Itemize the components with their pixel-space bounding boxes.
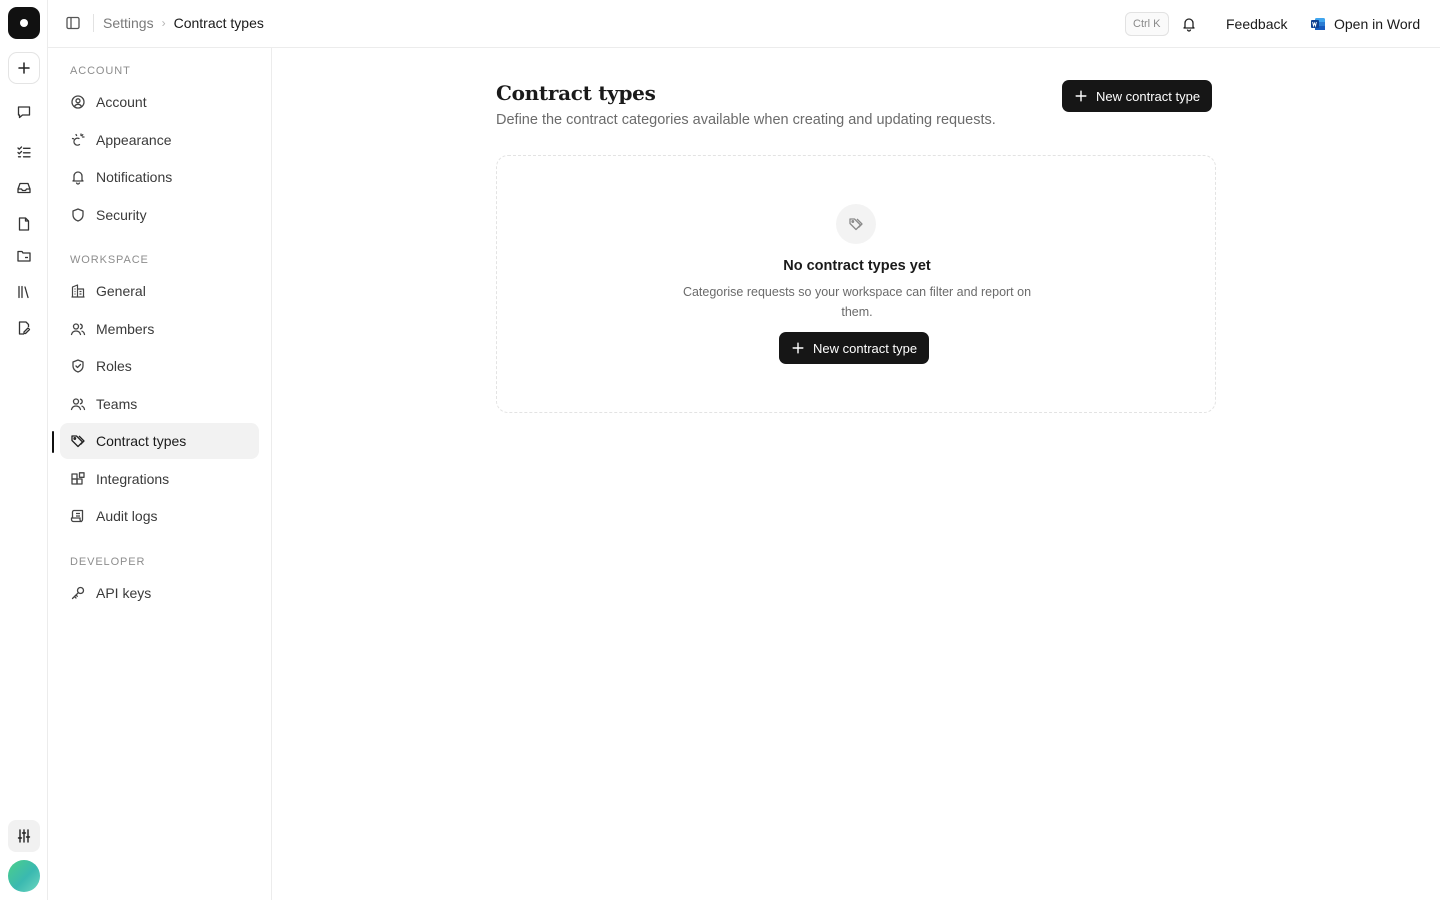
plus-icon (18, 62, 30, 74)
library-icon (18, 285, 29, 299)
section-label-developer: DEVELOPER (70, 556, 146, 568)
sidebar-item-label: API keys (96, 585, 152, 601)
empty-state-card: No contract types yet Categorise request… (496, 155, 1216, 413)
shield-icon (72, 208, 84, 222)
sidebar-toggle-icon (66, 16, 80, 30)
sliders-icon (17, 829, 31, 843)
sidebar-item-label: Security (96, 207, 147, 223)
notifications-button[interactable] (1178, 13, 1200, 35)
sidebar-item-contract-types[interactable]: Contract types (60, 423, 259, 459)
sidebar-item-general[interactable]: General (60, 273, 259, 309)
sidebar-item-security[interactable]: Security (60, 197, 259, 233)
sidebar-item-account[interactable]: Account (60, 84, 259, 120)
new-contract-type-button[interactable]: New contract type (1062, 80, 1213, 112)
sidebar-item-api-keys[interactable]: API keys (60, 575, 259, 611)
chat-button[interactable] (12, 100, 36, 124)
bell-icon (72, 171, 84, 185)
plus-icon (1075, 90, 1087, 102)
sidebar-item-audit-logs[interactable]: Audit logs (60, 498, 259, 534)
sidebar-item-label: Integrations (96, 471, 170, 487)
user-circle-icon (71, 95, 85, 109)
avatar[interactable] (8, 860, 40, 892)
team-icon (70, 398, 86, 411)
empty-state-button-label: New contract type (813, 340, 918, 356)
checklist-icon (17, 146, 31, 158)
empty-state-new-contract-type-button[interactable]: New contract type (779, 332, 930, 364)
sidebar-item-appearance[interactable]: Appearance (60, 122, 259, 158)
file-icon (18, 217, 30, 231)
tags-icon (71, 435, 85, 448)
folders-button[interactable] (12, 244, 36, 268)
settings-sidebar: ACCOUNT Account Appearance Notifications… (48, 48, 272, 900)
bell-icon (1183, 18, 1195, 32)
word-icon (1311, 18, 1325, 30)
sidebar-item-label: Roles (96, 358, 132, 374)
drafts-button[interactable] (12, 316, 36, 340)
file-edit-icon (18, 321, 31, 335)
sidebar-item-label: Audit logs (96, 508, 158, 524)
settings-button[interactable] (8, 820, 40, 852)
empty-state-icon-badge (836, 204, 876, 244)
building-icon (71, 284, 85, 298)
section-label-account: ACCOUNT (70, 65, 131, 77)
inbox-button[interactable] (12, 176, 36, 200)
active-indicator (52, 431, 54, 453)
sidebar-item-label: Teams (96, 396, 138, 412)
key-icon (71, 586, 85, 600)
sidebar-toggle-button[interactable] (62, 12, 84, 34)
feedback-button[interactable]: Feedback (1216, 10, 1297, 38)
page-title: Contract types (496, 81, 656, 105)
open-in-word-label: Open in Word (1334, 16, 1421, 32)
tags-icon (849, 218, 863, 231)
command-shortcut-hint[interactable]: Ctrl K (1125, 12, 1169, 36)
sidebar-item-integrations[interactable]: Integrations (60, 461, 259, 497)
sidebar-item-label: Appearance (96, 132, 172, 148)
main-content: Contract types Define the contract categ… (272, 48, 1440, 900)
chat-icon (17, 106, 31, 119)
page-description: Define the contract categories available… (496, 112, 996, 128)
sidebar-item-members[interactable]: Members (60, 311, 259, 347)
breadcrumb-current: Contract types (173, 15, 264, 31)
plus-icon (792, 342, 804, 354)
sidebar-item-label: Notifications (96, 169, 173, 185)
sidebar-item-notifications[interactable]: Notifications (60, 159, 259, 195)
tasks-button[interactable] (12, 140, 36, 164)
empty-state-title: No contract types yet (783, 258, 931, 274)
topbar-divider (93, 14, 94, 32)
chevron-right-icon: › (161, 16, 166, 30)
documents-button[interactable] (12, 212, 36, 236)
breadcrumb: Settings › Contract types (103, 15, 264, 31)
topbar: Settings › Contract types Ctrl K Feedbac… (48, 0, 1440, 48)
blocks-icon (71, 472, 85, 485)
sidebar-item-label: Members (96, 321, 155, 337)
sidebar-item-label: General (96, 283, 146, 299)
inbox-icon (17, 182, 31, 194)
app-rail (0, 0, 48, 900)
breadcrumb-settings-link[interactable]: Settings (103, 15, 154, 31)
new-contract-type-label: New contract type (1096, 88, 1201, 104)
sidebar-item-roles[interactable]: Roles (60, 348, 259, 384)
folder-icon (17, 250, 31, 262)
sidebar-item-teams[interactable]: Teams (60, 386, 259, 422)
sun-moon-icon (71, 133, 85, 146)
new-item-button[interactable] (8, 52, 40, 84)
sidebar-item-label: Account (96, 94, 147, 110)
logo-icon[interactable] (8, 7, 40, 39)
users-icon (70, 323, 86, 336)
shield-check-icon (72, 359, 84, 373)
library-button[interactable] (12, 280, 36, 304)
scroll-icon (70, 509, 84, 523)
open-in-word-button[interactable]: Open in Word (1302, 10, 1428, 38)
section-label-workspace: WORKSPACE (70, 254, 149, 266)
sidebar-item-label: Contract types (96, 433, 187, 449)
empty-state-description: Categorise requests so your workspace ca… (682, 285, 1032, 319)
